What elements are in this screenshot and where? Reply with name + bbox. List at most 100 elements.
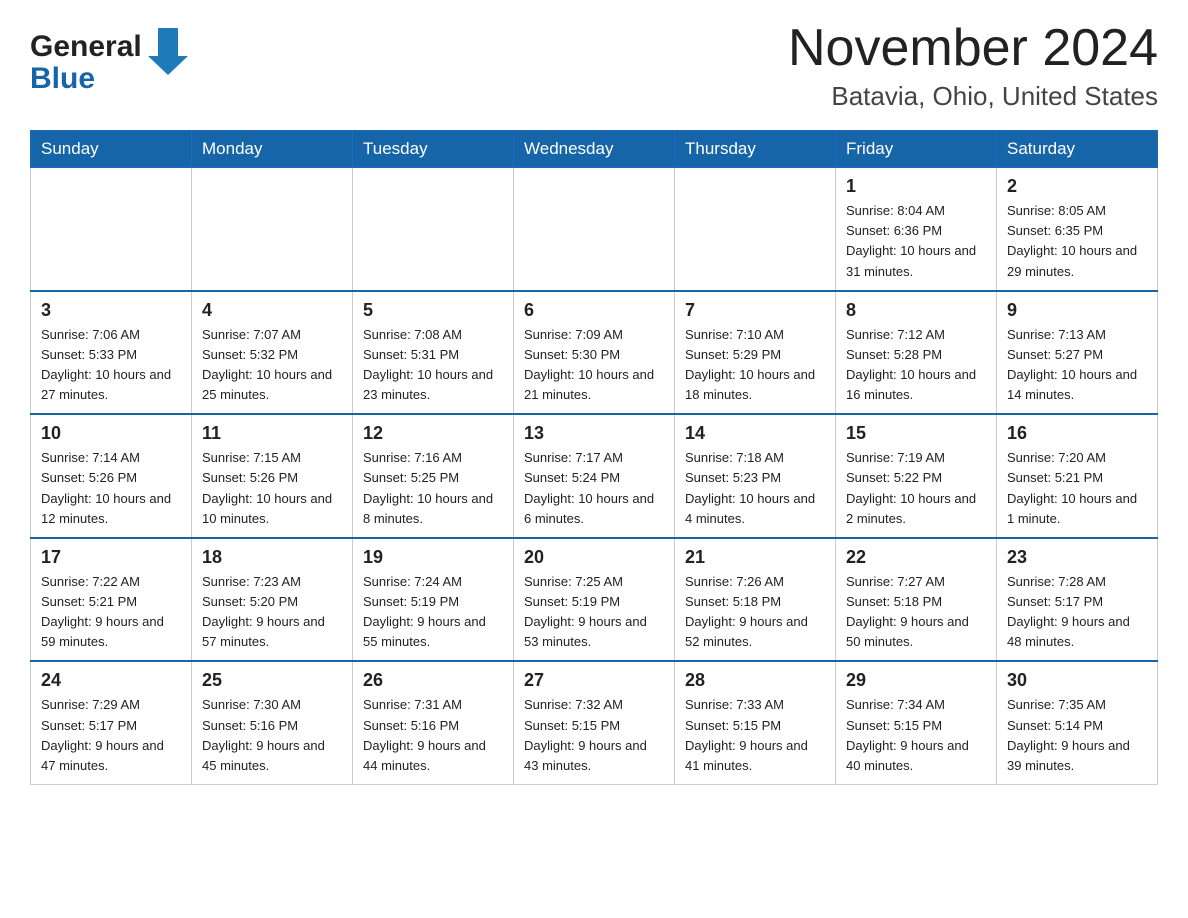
day-info: Sunrise: 7:06 AM Sunset: 5:33 PM Dayligh… [41,325,181,406]
table-row: 19 Sunrise: 7:24 AM Sunset: 5:19 PM Dayli… [353,538,514,662]
day-number: 19 [363,547,503,568]
day-info: Sunrise: 7:08 AM Sunset: 5:31 PM Dayligh… [363,325,503,406]
day-info: Sunrise: 7:33 AM Sunset: 5:15 PM Dayligh… [685,695,825,776]
day-info: Sunrise: 7:14 AM Sunset: 5:26 PM Dayligh… [41,448,181,529]
table-row: 6 Sunrise: 7:09 AM Sunset: 5:30 PM Daylig… [514,291,675,415]
col-saturday: Saturday [997,131,1158,168]
day-info: Sunrise: 7:27 AM Sunset: 5:18 PM Dayligh… [846,572,986,653]
day-info: Sunrise: 7:18 AM Sunset: 5:23 PM Dayligh… [685,448,825,529]
table-row: 16Sunrise: 7:20 AM Sunset: 5:21 PM Dayli… [997,414,1158,538]
day-number: 26 [363,670,503,691]
table-row: 27 Sunrise: 7:32 AM Sunset: 5:15 PM Dayli… [514,661,675,784]
day-number: 15 [846,423,986,444]
col-thursday: Thursday [675,131,836,168]
day-info: Sunrise: 7:23 AM Sunset: 5:20 PM Dayligh… [202,572,342,653]
day-number: 24 [41,670,181,691]
day-number: 30 [1007,670,1147,691]
day-info: Sunrise: 8:04 AM Sunset: 6:36 PM Dayligh… [846,201,986,282]
day-number: 17 [41,547,181,568]
day-number: 4 [202,300,342,321]
calendar-week-row: 10 Sunrise: 7:14 AM Sunset: 5:26 PM Dayli… [31,414,1158,538]
day-number: 28 [685,670,825,691]
table-row: 18 Sunrise: 7:23 AM Sunset: 5:20 PM Dayli… [192,538,353,662]
table-row: 25 Sunrise: 7:30 AM Sunset: 5:16 PM Dayli… [192,661,353,784]
table-row: 12 Sunrise: 7:16 AM Sunset: 5:25 PM Dayli… [353,414,514,538]
day-number: 16 [1007,423,1147,444]
day-number: 14 [685,423,825,444]
col-monday: Monday [192,131,353,168]
table-row: 13Sunrise: 7:17 AM Sunset: 5:24 PM Dayli… [514,414,675,538]
day-info: Sunrise: 7:10 AM Sunset: 5:29 PM Dayligh… [685,325,825,406]
day-info: Sunrise: 7:24 AM Sunset: 5:19 PM Dayligh… [363,572,503,653]
table-row: 20 Sunrise: 7:25 AM Sunset: 5:19 PM Dayli… [514,538,675,662]
table-row: 10 Sunrise: 7:14 AM Sunset: 5:26 PM Dayli… [31,414,192,538]
calendar-week-row: 1 Sunrise: 8:04 AM Sunset: 6:36 PM Daylig… [31,168,1158,291]
day-number: 9 [1007,300,1147,321]
table-row: 3Sunrise: 7:06 AM Sunset: 5:33 PM Daylig… [31,291,192,415]
day-number: 11 [202,423,342,444]
col-sunday: Sunday [31,131,192,168]
page-header: General Blue November 2024 Batavia, Ohio… [30,20,1158,112]
col-friday: Friday [836,131,997,168]
day-info: Sunrise: 7:16 AM Sunset: 5:25 PM Dayligh… [363,448,503,529]
day-number: 18 [202,547,342,568]
day-info: Sunrise: 8:05 AM Sunset: 6:35 PM Dayligh… [1007,201,1147,282]
svg-text:General: General [30,30,142,63]
table-row [31,168,192,291]
day-number: 13 [524,423,664,444]
table-row: 15 Sunrise: 7:19 AM Sunset: 5:22 PM Dayli… [836,414,997,538]
day-number: 2 [1007,176,1147,197]
table-row [675,168,836,291]
day-number: 25 [202,670,342,691]
day-info: Sunrise: 7:31 AM Sunset: 5:16 PM Dayligh… [363,695,503,776]
day-number: 27 [524,670,664,691]
day-number: 8 [846,300,986,321]
day-info: Sunrise: 7:19 AM Sunset: 5:22 PM Dayligh… [846,448,986,529]
day-info: Sunrise: 7:12 AM Sunset: 5:28 PM Dayligh… [846,325,986,406]
day-number: 21 [685,547,825,568]
day-info: Sunrise: 7:07 AM Sunset: 5:32 PM Dayligh… [202,325,342,406]
col-wednesday: Wednesday [514,131,675,168]
day-info: Sunrise: 7:15 AM Sunset: 5:26 PM Dayligh… [202,448,342,529]
day-info: Sunrise: 7:35 AM Sunset: 5:14 PM Dayligh… [1007,695,1147,776]
day-number: 5 [363,300,503,321]
day-info: Sunrise: 7:29 AM Sunset: 5:17 PM Dayligh… [41,695,181,776]
svg-text:Blue: Blue [30,62,95,95]
table-row [514,168,675,291]
table-row: 23 Sunrise: 7:28 AM Sunset: 5:17 PM Dayli… [997,538,1158,662]
day-number: 12 [363,423,503,444]
table-row: 14 Sunrise: 7:18 AM Sunset: 5:23 PM Dayli… [675,414,836,538]
day-info: Sunrise: 7:22 AM Sunset: 5:21 PM Dayligh… [41,572,181,653]
day-info: Sunrise: 7:32 AM Sunset: 5:15 PM Dayligh… [524,695,664,776]
day-info: Sunrise: 7:30 AM Sunset: 5:16 PM Dayligh… [202,695,342,776]
day-info: Sunrise: 7:26 AM Sunset: 5:18 PM Dayligh… [685,572,825,653]
day-number: 20 [524,547,664,568]
table-row: 22Sunrise: 7:27 AM Sunset: 5:18 PM Dayli… [836,538,997,662]
table-row: 4 Sunrise: 7:07 AM Sunset: 5:32 PM Daylig… [192,291,353,415]
page-title: November 2024 [788,20,1158,77]
day-info: Sunrise: 7:09 AM Sunset: 5:30 PM Dayligh… [524,325,664,406]
day-number: 10 [41,423,181,444]
table-row: 9Sunrise: 7:13 AM Sunset: 5:27 PM Daylig… [997,291,1158,415]
day-number: 23 [1007,547,1147,568]
table-row: 29 Sunrise: 7:34 AM Sunset: 5:15 PM Dayli… [836,661,997,784]
table-row: 5 Sunrise: 7:08 AM Sunset: 5:31 PM Daylig… [353,291,514,415]
calendar-week-row: 24 Sunrise: 7:29 AM Sunset: 5:17 PM Dayli… [31,661,1158,784]
day-number: 29 [846,670,986,691]
day-number: 6 [524,300,664,321]
day-info: Sunrise: 7:25 AM Sunset: 5:19 PM Dayligh… [524,572,664,653]
table-row: 24 Sunrise: 7:29 AM Sunset: 5:17 PM Dayli… [31,661,192,784]
table-row: 11 Sunrise: 7:15 AM Sunset: 5:26 PM Dayli… [192,414,353,538]
day-number: 1 [846,176,986,197]
table-row: 17 Sunrise: 7:22 AM Sunset: 5:21 PM Dayli… [31,538,192,662]
day-info: Sunrise: 7:28 AM Sunset: 5:17 PM Dayligh… [1007,572,1147,653]
col-tuesday: Tuesday [353,131,514,168]
day-info: Sunrise: 7:34 AM Sunset: 5:15 PM Dayligh… [846,695,986,776]
table-row: 30 Sunrise: 7:35 AM Sunset: 5:14 PM Dayli… [997,661,1158,784]
page-subtitle: Batavia, Ohio, United States [788,81,1158,112]
table-row: 1 Sunrise: 8:04 AM Sunset: 6:36 PM Daylig… [836,168,997,291]
table-row: 28 Sunrise: 7:33 AM Sunset: 5:15 PM Dayli… [675,661,836,784]
calendar-week-row: 3Sunrise: 7:06 AM Sunset: 5:33 PM Daylig… [31,291,1158,415]
table-row: 2 Sunrise: 8:05 AM Sunset: 6:35 PM Daylig… [997,168,1158,291]
title-block: November 2024 Batavia, Ohio, United Stat… [788,20,1158,112]
